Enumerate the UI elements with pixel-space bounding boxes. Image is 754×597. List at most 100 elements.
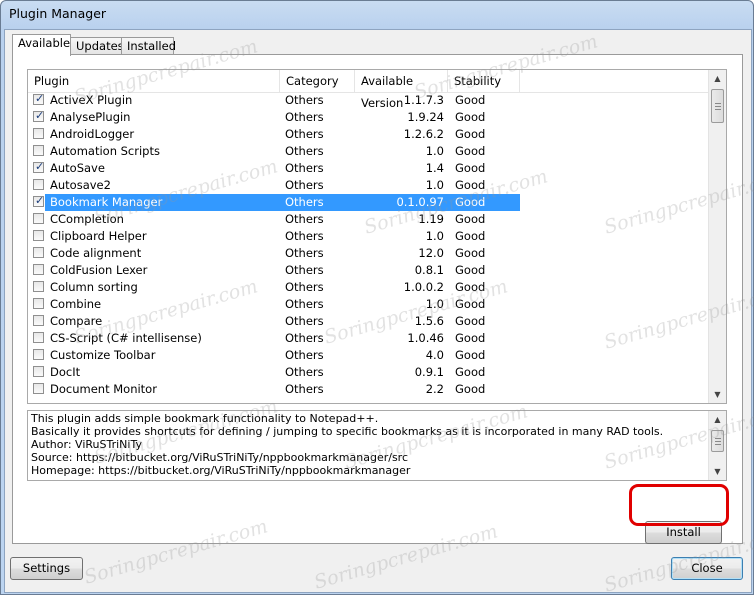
- tab-installed[interactable]: Installed: [121, 37, 176, 55]
- plugin-stability: Good: [455, 127, 486, 141]
- plugin-category: Others: [285, 110, 324, 124]
- list-item[interactable]: Autosave2 Others 1.0 Good: [28, 177, 711, 194]
- plugin-stability: Good: [455, 314, 486, 328]
- plugin-version: 1.9.24: [407, 110, 444, 124]
- plugin-list[interactable]: Plugin Category Available Version Stabil…: [27, 69, 727, 404]
- plugin-name: DocIt: [50, 365, 81, 379]
- plugin-name: AnalysePlugin: [50, 110, 131, 124]
- list-item[interactable]: Clipboard Helper Others 1.0 Good: [28, 228, 711, 245]
- chevron-up-icon[interactable]: ▲: [709, 411, 726, 428]
- column-header-version[interactable]: Available Version: [355, 70, 448, 110]
- plugin-checkbox[interactable]: ✓: [33, 194, 44, 207]
- plugin-checkbox[interactable]: ✓: [33, 109, 45, 122]
- plugin-name: Document Monitor: [50, 382, 157, 396]
- close-button[interactable]: Close: [671, 557, 743, 580]
- plugin-checkbox[interactable]: [33, 315, 44, 326]
- plugin-version: 12.0: [418, 246, 444, 260]
- chevron-down-icon[interactable]: ▼: [709, 463, 726, 480]
- list-item[interactable]: Customize Toolbar Others 4.0 Good: [28, 347, 711, 364]
- plugin-name: CS-Script (C# intellisense): [50, 331, 202, 345]
- settings-button[interactable]: Settings: [10, 557, 83, 580]
- description-line: Homepage: https://bitbucket.org/ViRuSTri…: [31, 464, 411, 477]
- chevron-up-icon[interactable]: ▲: [709, 70, 726, 87]
- list-item[interactable]: ✓ ActiveX Plugin Others 1.1.7.3 Good: [28, 92, 711, 109]
- plugin-stability: Good: [455, 382, 486, 396]
- plugin-version: 1.5.6: [414, 314, 444, 328]
- list-item[interactable]: Code alignment Others 12.0 Good: [28, 245, 711, 262]
- description-scrollbar[interactable]: ▲ ▼: [708, 411, 726, 480]
- list-item[interactable]: ✓ AutoSave Others 1.4 Good: [28, 160, 711, 177]
- plugin-list-scrollbar[interactable]: ▲ ▼: [708, 70, 726, 403]
- plugin-category: Others: [285, 382, 324, 396]
- plugin-category: Others: [285, 93, 324, 107]
- plugin-name: Customize Toolbar: [50, 348, 156, 362]
- plugin-category: Others: [285, 297, 324, 311]
- plugin-name: Autosave2: [50, 178, 111, 192]
- plugin-checkbox[interactable]: [33, 179, 44, 190]
- plugin-checkbox[interactable]: [33, 264, 44, 275]
- list-item[interactable]: CS-Script (C# intellisense) Others 1.0.46 G…: [28, 330, 711, 347]
- plugin-category: Others: [285, 178, 324, 192]
- plugin-name: Code alignment: [50, 246, 142, 260]
- check-icon: ✓: [35, 109, 45, 122]
- column-header-category[interactable]: Category: [280, 70, 355, 92]
- plugin-checkbox[interactable]: [33, 213, 44, 224]
- plugin-checkbox[interactable]: [33, 247, 44, 258]
- scrollbar-thumb[interactable]: [711, 430, 724, 452]
- tab-available[interactable]: Available: [12, 34, 71, 56]
- plugin-version: 1.4: [425, 161, 444, 175]
- plugin-name: Column sorting: [50, 280, 138, 294]
- list-item[interactable]: Column sorting Others 1.0.0.2 Good: [28, 279, 711, 296]
- plugin-category: Others: [285, 331, 324, 345]
- list-item[interactable]: Combine Others 1.0 Good: [28, 296, 711, 313]
- chevron-down-icon[interactable]: ▼: [709, 386, 726, 403]
- list-item[interactable]: Compare Others 1.5.6 Good: [28, 313, 711, 330]
- plugin-checkbox[interactable]: [33, 145, 44, 156]
- list-item[interactable]: ColdFusion Lexer Others 0.8.1 Good: [28, 262, 711, 279]
- list-item[interactable]: ✓ Bookmark Manager Others 0.1.0.97 Good: [28, 194, 711, 211]
- plugin-checkbox[interactable]: [33, 281, 44, 292]
- plugin-stability: Good: [455, 348, 486, 362]
- plugin-version: 0.1.0.97: [396, 195, 444, 209]
- plugin-checkbox[interactable]: [33, 128, 44, 139]
- plugin-category: Others: [285, 161, 324, 175]
- list-item[interactable]: DocIt Others 0.9.1 Good: [28, 364, 711, 381]
- list-item[interactable]: CCompletion Others 1.19 Good: [28, 211, 711, 228]
- plugin-name: Bookmark Manager: [50, 195, 163, 209]
- plugin-checkbox[interactable]: ✓: [33, 160, 45, 173]
- plugin-checkbox[interactable]: [33, 349, 44, 360]
- plugin-stability: Good: [455, 229, 486, 243]
- plugin-checkbox[interactable]: [33, 230, 44, 241]
- plugin-checkbox[interactable]: ✓: [33, 92, 44, 105]
- list-header: Plugin Category Available Version Stabil…: [28, 70, 711, 110]
- scrollbar-thumb[interactable]: [711, 89, 724, 123]
- plugin-stability: Good: [455, 178, 486, 192]
- plugin-name: Combine: [50, 297, 102, 311]
- description-line: This plugin adds simple bookmark functio…: [31, 412, 379, 425]
- plugin-stability: Good: [455, 365, 486, 379]
- column-header-stability[interactable]: Stability: [448, 70, 520, 92]
- plugin-checkbox[interactable]: [33, 298, 44, 309]
- list-item[interactable]: ✓ AnalysePlugin Others 1.9.24 Good: [28, 109, 711, 126]
- plugin-category: Others: [285, 365, 324, 379]
- plugin-name: CCompletion: [50, 212, 124, 226]
- plugin-stability: Good: [455, 331, 486, 345]
- plugin-checkbox[interactable]: [33, 332, 44, 343]
- plugin-version: 0.8.1: [414, 263, 444, 277]
- plugin-version: 1.0: [425, 144, 444, 158]
- list-item[interactable]: Automation Scripts Others 1.0 Good: [28, 143, 711, 160]
- list-item[interactable]: Document Monitor Others 2.2 Good: [28, 381, 711, 398]
- plugin-category: Others: [285, 229, 324, 243]
- plugin-name: Clipboard Helper: [50, 229, 147, 243]
- tab-updates[interactable]: Updates: [70, 37, 124, 55]
- column-header-plugin[interactable]: Plugin: [28, 70, 280, 92]
- plugin-stability: Good: [455, 195, 486, 209]
- plugin-stability: Good: [455, 280, 486, 294]
- plugin-checkbox[interactable]: [33, 366, 44, 377]
- window-title: Plugin Manager: [9, 6, 107, 21]
- plugin-stability: Good: [455, 110, 486, 124]
- list-item[interactable]: AndroidLogger Others 1.2.6.2 Good: [28, 126, 711, 143]
- plugin-name: ColdFusion Lexer: [50, 263, 148, 277]
- plugin-checkbox[interactable]: [33, 383, 44, 394]
- check-icon: ✓: [35, 160, 45, 173]
